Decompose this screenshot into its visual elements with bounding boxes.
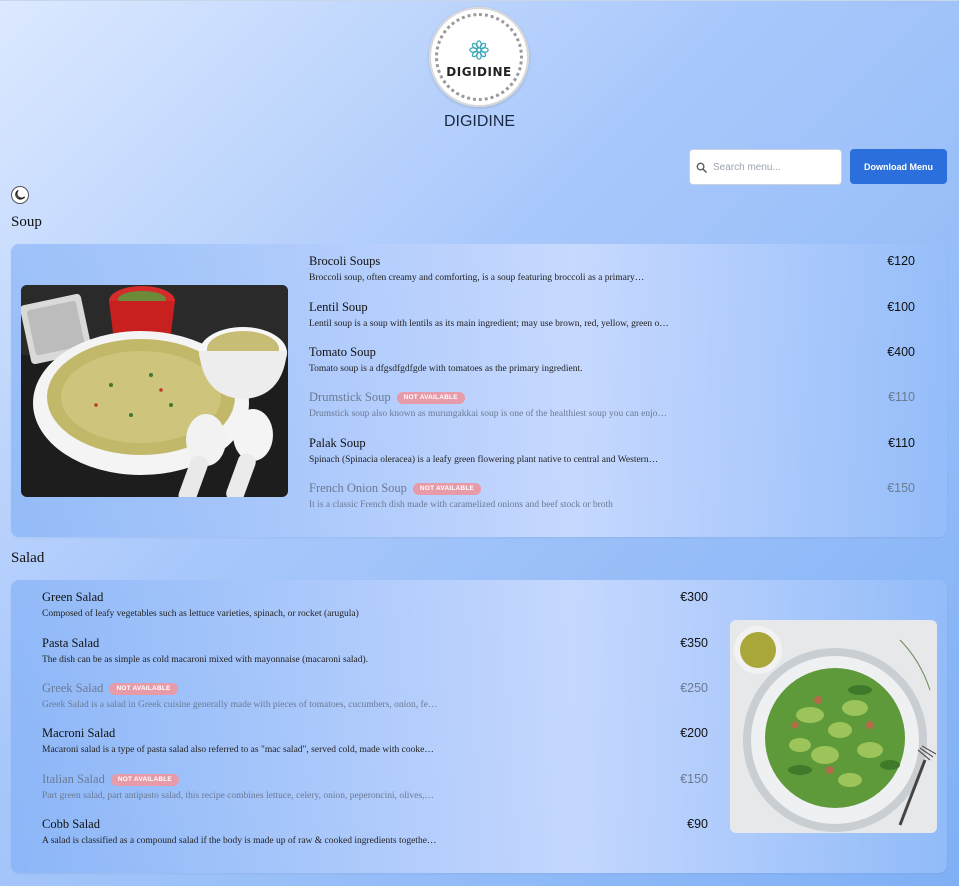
item-description: Drumstick soup also known as murungakkai… — [309, 409, 668, 419]
item-name: Brocoli Soups — [309, 254, 380, 269]
item-name-text: Palak Soup — [309, 436, 366, 450]
menu-item[interactable]: Tomato Soup Tomato soup is a dfgsdfgdfgd… — [309, 345, 925, 385]
moon-icon — [15, 189, 26, 200]
logo-text: DIGIDINE — [446, 65, 512, 79]
item-name: Greek Salad NOT AVAILABLE — [42, 681, 178, 696]
menu-item[interactable]: Italian Salad NOT AVAILABLE Part green sa… — [42, 772, 710, 812]
item-name-text: French Onion Soup — [309, 481, 407, 495]
item-price: €200 — [680, 726, 708, 740]
item-name: Cobb Salad — [42, 817, 100, 832]
brand-logo[interactable]: DIGIDINE — [429, 7, 529, 107]
item-description: Greek Salad is a salad in Greek cuisine … — [42, 700, 438, 710]
item-name: French Onion Soup NOT AVAILABLE — [309, 481, 482, 496]
item-name-text: Lentil Soup — [309, 300, 368, 314]
item-price: €110 — [888, 390, 915, 404]
item-price: €250 — [680, 681, 708, 695]
item-description: Macaroni salad is a type of pasta salad … — [42, 745, 434, 755]
menu-item[interactable]: Lentil Soup Lentil soup is a soup with l… — [309, 300, 925, 340]
menu-item[interactable]: Palak Soup Spinach (Spinacia oleracea) i… — [309, 436, 925, 476]
lotus-icon — [469, 40, 489, 60]
search-box[interactable] — [689, 149, 842, 185]
item-name: Tomato Soup — [309, 345, 376, 360]
menu-item[interactable]: Brocoli Soups Broccoli soup, often cream… — [309, 254, 925, 294]
item-description: Part green salad, part antipasto salad, … — [42, 791, 434, 801]
theme-toggle[interactable] — [11, 186, 29, 204]
item-description: Spinach (Spinacia oleracea) is a leafy g… — [309, 455, 659, 465]
top-border — [0, 0, 959, 1]
item-price: €150 — [887, 481, 915, 495]
section-title-salad: Salad — [11, 550, 45, 566]
item-name-text: Brocoli Soups — [309, 254, 381, 268]
not-available-badge: NOT AVAILABLE — [396, 391, 465, 404]
item-description: Tomato soup is a dfgsdfgdfgde with tomat… — [309, 364, 583, 374]
section-card-soup: Brocoli Soups Broccoli soup, often cream… — [11, 244, 947, 537]
item-name: Pasta Salad — [42, 636, 99, 651]
menu-item[interactable]: Drumstick Soup NOT AVAILABLE Drumstick so… — [309, 390, 925, 430]
item-description: Composed of leafy vegetables such as let… — [42, 609, 359, 619]
section-card-salad: Green Salad Composed of leafy vegetables… — [11, 580, 947, 873]
item-name: Macroni Salad — [42, 726, 115, 741]
menu-item[interactable]: Greek Salad NOT AVAILABLE Greek Salad is … — [42, 681, 710, 721]
menu-item[interactable]: Green Salad Composed of leafy vegetables… — [42, 590, 710, 630]
download-menu-button[interactable]: Download Menu — [850, 149, 947, 184]
item-description: Broccoli soup, often creamy and comforti… — [309, 273, 645, 283]
not-available-badge: NOT AVAILABLE — [109, 682, 178, 695]
search-input[interactable] — [713, 161, 833, 173]
logo-ring: DIGIDINE — [435, 13, 523, 101]
search-icon — [696, 162, 707, 173]
item-name-text: Greek Salad — [42, 681, 104, 695]
item-name-text: Cobb Salad — [42, 817, 100, 831]
item-description: It is a classic French dish made with ca… — [309, 500, 613, 510]
item-price: €350 — [680, 636, 708, 650]
item-description: The dish can be as simple as cold macaro… — [42, 655, 369, 665]
item-name-text: Green Salad — [42, 590, 104, 604]
item-description: Lentil soup is a soup with lentils as it… — [309, 319, 669, 329]
soup-image — [21, 285, 288, 497]
section-title-soup: Soup — [11, 214, 42, 230]
menu-item[interactable]: Macroni Salad Macaroni salad is a type o… — [42, 726, 710, 766]
item-name: Lentil Soup — [309, 300, 368, 315]
item-price: €300 — [680, 590, 708, 604]
item-price: €110 — [888, 436, 915, 450]
menu-item[interactable]: Cobb Salad A salad is classified as a co… — [42, 817, 710, 857]
brand-name: DIGIDINE — [443, 113, 516, 130]
salad-image — [730, 620, 937, 833]
item-price: €100 — [887, 300, 915, 314]
menu-item[interactable]: French Onion Soup NOT AVAILABLE It is a c… — [309, 481, 925, 521]
not-available-badge: NOT AVAILABLE — [412, 482, 482, 495]
item-name-text: Pasta Salad — [42, 636, 100, 650]
item-price: €150 — [680, 772, 708, 786]
item-name-text: Tomato Soup — [309, 345, 376, 359]
not-available-badge: NOT AVAILABLE — [110, 773, 179, 786]
item-name-text: Drumstick Soup — [309, 390, 391, 404]
item-price: €120 — [887, 254, 915, 268]
item-name-text: Macroni Salad — [42, 726, 116, 740]
item-name: Drumstick Soup NOT AVAILABLE — [309, 390, 465, 405]
item-name: Italian Salad NOT AVAILABLE — [42, 772, 179, 787]
item-price: €90 — [687, 817, 708, 831]
item-name-text: Italian Salad — [42, 772, 105, 786]
menu-item[interactable]: Pasta Salad The dish can be as simple as… — [42, 636, 710, 676]
item-description: A salad is classified as a compound sala… — [42, 836, 437, 846]
item-name: Green Salad — [42, 590, 103, 605]
item-name: Palak Soup — [309, 436, 366, 451]
item-price: €400 — [887, 345, 915, 359]
